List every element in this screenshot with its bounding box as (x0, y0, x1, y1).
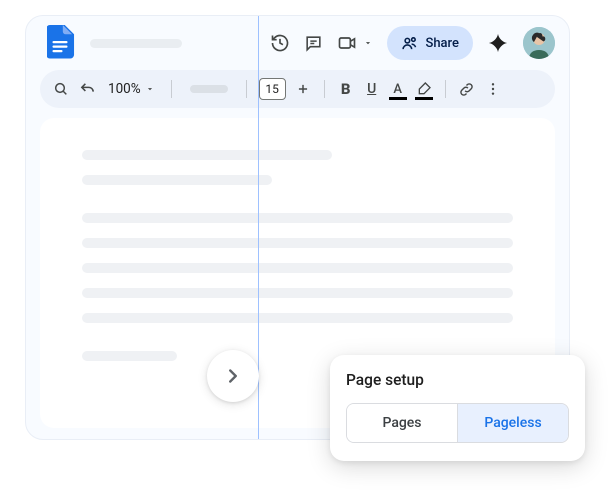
account-avatar[interactable] (523, 27, 555, 59)
text-line-placeholder (82, 175, 272, 185)
underline-button[interactable]: U (363, 80, 381, 98)
text-line-placeholder (82, 351, 177, 361)
toolbar: 100% 15 B U A (40, 70, 555, 108)
text-line-placeholder (82, 313, 513, 323)
history-icon[interactable] (270, 33, 290, 53)
zoom-level[interactable]: 100% (104, 81, 159, 97)
pages-option[interactable]: Pages (347, 404, 458, 442)
share-button[interactable]: Share (387, 26, 473, 60)
gemini-spark-icon[interactable] (487, 32, 509, 54)
highlight-button[interactable] (415, 80, 433, 98)
font-size-increase-icon[interactable] (294, 80, 312, 98)
doc-title-placeholder[interactable] (90, 39, 182, 48)
toolbar-separator (246, 80, 247, 98)
meet-icon[interactable] (337, 33, 357, 53)
text-line-placeholder (82, 263, 513, 273)
text-color-button[interactable]: A (389, 80, 407, 98)
zoom-value: 100% (108, 81, 141, 97)
text-line-placeholder (82, 288, 513, 298)
toolbar-separator (324, 80, 325, 98)
share-label: Share (425, 36, 459, 51)
toolbar-separator (171, 80, 172, 98)
meet-caret-icon[interactable] (363, 38, 373, 48)
font-size-input[interactable]: 15 (259, 78, 286, 100)
comment-icon[interactable] (304, 34, 323, 53)
text-line-placeholder (82, 213, 513, 223)
more-icon[interactable] (484, 80, 502, 98)
pageless-option[interactable]: Pageless (458, 404, 568, 442)
link-icon[interactable] (458, 80, 476, 98)
chevron-down-icon (145, 84, 155, 94)
toolbar-separator (445, 80, 446, 98)
page-setup-popup: Page setup Pages Pageless (330, 355, 585, 461)
header: Share (26, 16, 569, 70)
popup-title: Page setup (346, 371, 569, 389)
search-icon[interactable] (52, 80, 70, 98)
text-line-placeholder (82, 238, 513, 248)
page-setup-segmented: Pages Pageless (346, 403, 569, 443)
text-line-placeholder (82, 150, 332, 160)
undo-icon[interactable] (78, 80, 96, 98)
style-selector-placeholder[interactable] (190, 85, 228, 93)
chevron-right-icon (222, 365, 244, 387)
expand-fab[interactable] (207, 350, 259, 402)
docs-logo-icon[interactable] (44, 26, 78, 60)
bold-button[interactable]: B (337, 80, 355, 98)
header-actions: Share (270, 26, 557, 60)
